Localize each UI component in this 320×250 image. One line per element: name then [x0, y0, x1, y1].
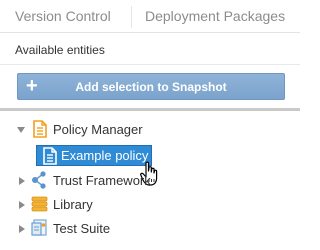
stack-icon — [31, 195, 48, 213]
tree-item-label: Library — [53, 197, 93, 212]
document-icon — [42, 147, 58, 165]
tree-item-test-suite[interactable]: Test Suite — [0, 218, 300, 240]
add-selection-label: Add selection to Snapshot — [75, 80, 227, 94]
tab-version-control[interactable]: Version Control — [15, 8, 111, 24]
tree-item-label: Test Suite — [53, 221, 111, 236]
expand-arrow-icon[interactable] — [17, 127, 25, 133]
expand-arrow-icon[interactable] — [19, 225, 25, 233]
divider — [0, 108, 300, 111]
tree-item-library[interactable]: Library — [0, 194, 300, 216]
expand-arrow-icon[interactable] — [19, 201, 25, 209]
tree-item-label: Policy Manager — [53, 122, 143, 137]
divider — [0, 64, 300, 65]
tab-bar: Version Control Deployment Packages — [0, 0, 300, 33]
tree-item-policy-manager[interactable]: Policy Manager — [0, 119, 300, 141]
share-icon — [31, 171, 47, 189]
expand-arrow-icon[interactable] — [19, 177, 25, 185]
tree-item-trust-framework[interactable]: Trust Framework — [0, 170, 151, 192]
tab-divider — [131, 6, 132, 28]
document-icon — [32, 120, 48, 138]
available-entities-label: Available entities — [15, 43, 105, 57]
tab-deployment-packages[interactable]: Deployment Packages — [145, 8, 285, 24]
add-selection-to-snapshot-button[interactable]: + Add selection to Snapshot — [17, 73, 285, 100]
tree-item-label: Example policy — [61, 148, 149, 163]
tree-item-example-policy[interactable]: Example policy — [36, 145, 152, 166]
tree-item-label: Trust Framework — [53, 173, 151, 188]
test-suite-icon — [31, 219, 47, 237]
